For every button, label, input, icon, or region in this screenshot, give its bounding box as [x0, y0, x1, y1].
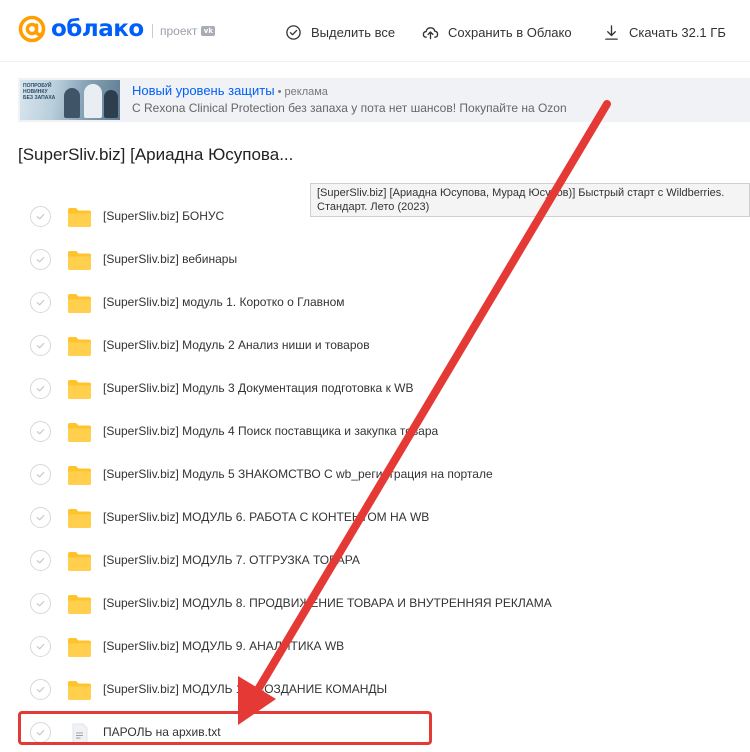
select-all-button[interactable]: Выделить все — [285, 22, 395, 42]
ad-image[interactable]: ПОПРОБУЙ НОВИНКУ БЕЗ ЗАПАХА — [20, 80, 120, 120]
logo-divider — [152, 24, 153, 38]
select-checkbox[interactable] — [30, 550, 51, 571]
ad-banner[interactable]: ПОПРОБУЙ НОВИНКУ БЕЗ ЗАПАХА Новый уровен… — [18, 78, 750, 122]
folder-row[interactable]: [SuperSliv.biz] Модуль 3 Документация по… — [0, 367, 750, 410]
select-checkbox[interactable] — [30, 249, 51, 270]
checkmark-icon — [36, 686, 45, 693]
checkmark-icon — [36, 299, 45, 306]
checkmark-icon — [36, 342, 45, 349]
item-name[interactable]: [SuperSliv.biz] МОДУЛЬ 9. АНАЛИТИКА WB — [103, 639, 344, 653]
select-checkbox[interactable] — [30, 206, 51, 227]
select-checkbox[interactable] — [30, 292, 51, 313]
folder-row[interactable]: [SuperSliv.biz] модуль 1. Коротко о Глав… — [0, 281, 750, 324]
select-checkbox[interactable] — [30, 464, 51, 485]
item-name[interactable]: [SuperSliv.biz] вебинары — [103, 252, 237, 266]
folder-row[interactable]: [SuperSliv.biz] МОДУЛЬ 6. РАБОТА С КОНТЕ… — [0, 496, 750, 539]
page-title: [SuperSliv.biz] [Ариадна Юсупова... — [18, 145, 294, 164]
annotation-highlight-box — [18, 711, 432, 745]
item-name[interactable]: [SuperSliv.biz] МОДУЛЬ 8. ПРОДВИЖЕНИЕ ТО… — [103, 596, 552, 610]
item-name[interactable]: [SuperSliv.biz] Модуль 4 Поиск поставщик… — [103, 424, 438, 438]
folder-icon — [68, 251, 91, 270]
download-button[interactable]: Скачать 32.1 ГБ — [603, 22, 726, 42]
folder-icon — [68, 509, 91, 528]
tooltip-line-2: Стандарт. Лето (2023) — [317, 201, 430, 213]
folder-icon — [68, 681, 91, 700]
folder-row[interactable]: [SuperSliv.biz] Модуль 4 Поиск поставщик… — [0, 410, 750, 453]
download-icon — [605, 24, 618, 40]
project-label: проект vk — [160, 24, 216, 38]
logo-at-icon — [18, 15, 46, 43]
folder-row[interactable]: [SuperSliv.biz] МОДУЛЬ 7. ОТГРУЗКА ТОВАР… — [0, 539, 750, 582]
ad-tag: • реклама — [274, 86, 328, 98]
logo-text: облако — [51, 16, 144, 42]
download-label: Скачать 32.1 ГБ — [629, 24, 726, 40]
select-checkbox[interactable] — [30, 636, 51, 657]
item-name[interactable]: [SuperSliv.biz] Модуль 5 ЗНАКОМСТВО С wb… — [103, 467, 493, 481]
item-name[interactable]: [SuperSliv.biz] модуль 1. Коротко о Глав… — [103, 295, 345, 309]
logo[interactable]: облако — [18, 15, 144, 43]
folder-title-tooltip: [SuperSliv.biz] [Ариадна Юсупова, Мурад … — [310, 183, 750, 217]
select-checkbox[interactable] — [30, 421, 51, 442]
folder-row[interactable]: [SuperSliv.biz] МОДУЛЬ 8. ПРОДВИЖЕНИЕ ТО… — [0, 582, 750, 625]
ad-title-line[interactable]: Новый уровень защиты • реклама — [132, 83, 328, 98]
checkmark-icon — [36, 385, 45, 392]
cloud-upload-icon — [422, 26, 439, 39]
check-circle-icon — [286, 24, 301, 40]
item-name[interactable]: [SuperSliv.biz] МОДУЛЬ 7. ОТГРУЗКА ТОВАР… — [103, 553, 360, 567]
select-checkbox[interactable] — [30, 335, 51, 356]
folder-icon — [68, 380, 91, 399]
ad-image-text: ПОПРОБУЙ НОВИНКУ БЕЗ ЗАПАХА — [23, 83, 56, 101]
ad-description: C Rexona Clinical Protection без запаха … — [132, 101, 567, 115]
save-label: Сохранить в Облако — [448, 24, 572, 40]
item-name[interactable]: [SuperSliv.biz] МОДУЛЬ 10. СОЗДАНИЕ КОМА… — [103, 682, 387, 696]
checkmark-icon — [36, 428, 45, 435]
checkmark-icon — [36, 256, 45, 263]
select-checkbox[interactable] — [30, 507, 51, 528]
folder-icon — [68, 595, 91, 614]
item-name[interactable]: [SuperSliv.biz] МОДУЛЬ 6. РАБОТА С КОНТЕ… — [103, 510, 429, 524]
folder-row[interactable]: [SuperSliv.biz] МОДУЛЬ 10. СОЗДАНИЕ КОМА… — [0, 668, 750, 711]
folder-icon — [68, 423, 91, 442]
checkmark-icon — [36, 213, 45, 220]
save-to-cloud-button[interactable]: Сохранить в Облако — [422, 22, 572, 42]
folder-row[interactable]: [SuperSliv.biz] МОДУЛЬ 9. АНАЛИТИКА WB — [0, 625, 750, 668]
folder-icon — [68, 466, 91, 485]
folder-icon — [68, 294, 91, 313]
folder-icon — [68, 337, 91, 356]
vk-icon: vk — [201, 26, 216, 36]
folder-row[interactable]: [SuperSliv.biz] Модуль 2 Анализ ниши и т… — [0, 324, 750, 367]
item-name[interactable]: [SuperSliv.biz] Модуль 3 Документация по… — [103, 381, 413, 395]
item-name[interactable]: [SuperSliv.biz] БОНУС — [103, 209, 224, 223]
select-checkbox[interactable] — [30, 679, 51, 700]
checkmark-icon — [36, 514, 45, 521]
header: облако проект vk Выделить все Сохранить … — [0, 0, 750, 62]
ad-title[interactable]: Новый уровень защиты — [132, 83, 275, 98]
folder-icon — [68, 208, 91, 227]
checkmark-icon — [36, 643, 45, 650]
checkmark-icon — [36, 557, 45, 564]
select-checkbox[interactable] — [30, 593, 51, 614]
checkmark-icon — [36, 600, 45, 607]
folder-row[interactable]: [SuperSliv.biz] вебинары — [0, 238, 750, 281]
folder-icon — [68, 638, 91, 657]
item-name[interactable]: [SuperSliv.biz] Модуль 2 Анализ ниши и т… — [103, 338, 370, 352]
select-checkbox[interactable] — [30, 378, 51, 399]
checkmark-icon — [36, 471, 45, 478]
project-label-text: проект — [160, 24, 198, 38]
folder-icon — [68, 552, 91, 571]
folder-row[interactable]: [SuperSliv.biz] Модуль 5 ЗНАКОМСТВО С wb… — [0, 453, 750, 496]
tooltip-line-1: [SuperSliv.biz] [Ариадна Юсупова, Мурад … — [317, 187, 725, 199]
select-all-label: Выделить все — [311, 24, 396, 40]
